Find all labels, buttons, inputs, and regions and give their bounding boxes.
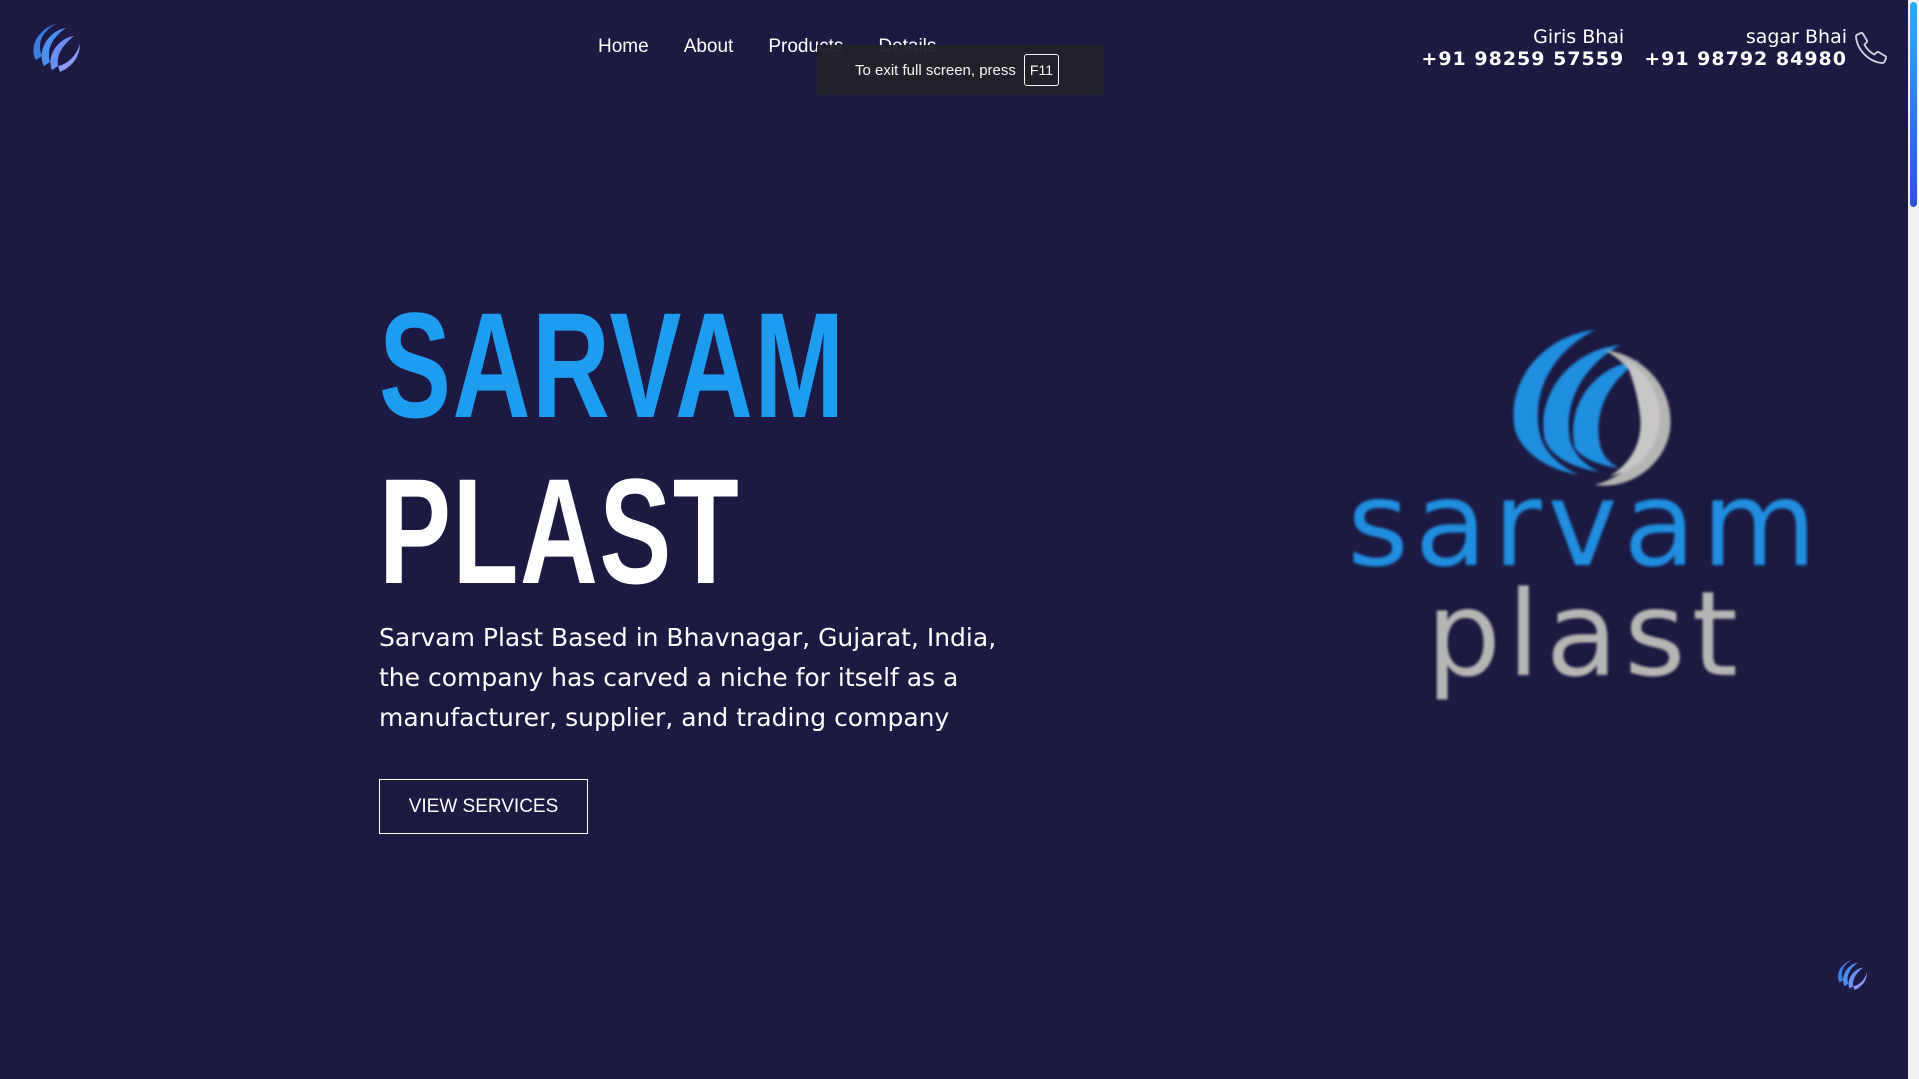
logo-word-plast: plast [1426, 565, 1744, 703]
contact-phone-link[interactable]: +91 98259 57559 [1421, 48, 1624, 70]
contact-info: Giris Bhai +91 98259 57559 sagar Bhai +9… [1421, 26, 1847, 70]
nav-about[interactable]: About [684, 36, 734, 58]
header-logo-icon[interactable] [24, 16, 88, 80]
view-services-button[interactable]: VIEW SERVICES [379, 779, 588, 834]
contact-sagar: sagar Bhai +91 98792 84980 [1644, 26, 1847, 70]
phone-icon[interactable] [1853, 30, 1889, 66]
contact-name: Giris Bhai [1533, 26, 1625, 48]
floating-logo-icon[interactable] [1832, 955, 1872, 995]
hero-title-line1: SARVAM [379, 281, 846, 449]
hero-title-line2: PLAST [379, 447, 741, 615]
vertical-scrollbar[interactable] [1908, 0, 1919, 1079]
contact-name: sagar Bhai [1745, 26, 1847, 48]
hero-description: Sarvam Plast Based in Bhavnagar, Gujarat… [379, 623, 997, 732]
scrollbar-thumb[interactable] [1910, 2, 1917, 207]
fullscreen-exit-notice: To exit full screen, press F11 [817, 45, 1103, 95]
page: Home About Products Details To exit full… [0, 0, 1919, 1079]
nav-home[interactable]: Home [598, 36, 649, 58]
contact-giris: Giris Bhai +91 98259 57559 [1421, 26, 1624, 70]
contact-phone-link[interactable]: +91 98792 84980 [1644, 48, 1847, 70]
fullscreen-notice-text: To exit full screen, press [855, 61, 1016, 79]
f11-key-badge: F11 [1023, 54, 1059, 86]
sarvam-plast-logo-icon: sarvam plast [1347, 330, 1817, 703]
